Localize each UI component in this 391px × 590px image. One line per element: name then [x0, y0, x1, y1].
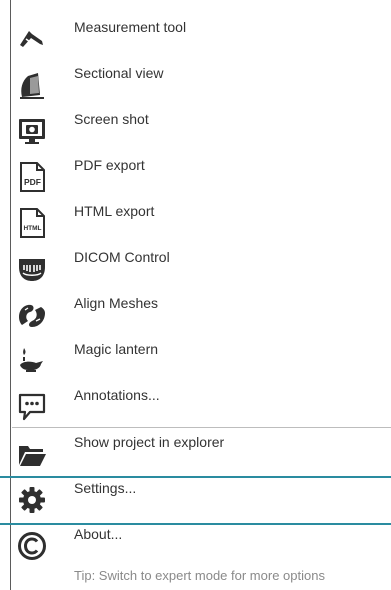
menu-item-html-export[interactable]: HTML HTML export [12, 197, 391, 243]
menu-item-pdf-export[interactable]: PDF PDF export [12, 151, 391, 197]
menu-item-label: About... [74, 526, 123, 542]
menu-left-border [10, 0, 11, 590]
gear-icon [16, 484, 48, 516]
screenshot-icon [16, 115, 48, 147]
menu-item-sectional-view[interactable]: Sectional view [12, 59, 391, 105]
menu-item-label: Sectional view [74, 65, 164, 81]
menu-item-label: Settings... [74, 480, 137, 496]
menu-item-label: Align Meshes [74, 295, 159, 311]
menu-item-magic-lantern[interactable]: Magic lantern [12, 335, 391, 381]
html-icon-text: HTML [23, 225, 41, 232]
dicom-icon [16, 253, 48, 285]
tip-text: Tip: Switch to expert mode for more opti… [74, 568, 325, 583]
menu-item-dicom-control[interactable]: DICOM Control [12, 243, 391, 289]
annotations-icon [16, 391, 48, 423]
html-icon: HTML [16, 207, 48, 239]
menu-item-show-project-in-explorer[interactable]: Show project in explorer [12, 428, 391, 474]
menu-item-screen-shot[interactable]: Screen shot [12, 105, 391, 151]
sectional-view-icon [16, 69, 48, 101]
copyright-icon [16, 530, 48, 562]
menu-item-label: Annotations... [74, 387, 160, 403]
measurement-icon [16, 23, 48, 55]
menu-item-measurement-tool[interactable]: Measurement tool [12, 13, 391, 59]
context-menu: Measurement tool Sectional view Screen s… [0, 0, 391, 590]
menu-item-label: HTML export [74, 203, 155, 219]
menu-item-label: Magic lantern [74, 341, 159, 357]
menu-item-label: Measurement tool [74, 19, 187, 35]
align-meshes-icon [16, 299, 48, 331]
menu-item-settings[interactable]: Settings... [12, 474, 391, 520]
folder-icon [16, 438, 48, 470]
menu-item-label: PDF export [74, 157, 145, 173]
menu-item-label: Screen shot [74, 111, 149, 127]
pdf-icon: PDF [16, 161, 48, 193]
menu-item-label: DICOM Control [74, 249, 170, 265]
menu-item-align-meshes[interactable]: Align Meshes [12, 289, 391, 335]
magic-lantern-icon [16, 345, 48, 377]
menu-item-label: Show project in explorer [74, 434, 225, 450]
menu-item-annotations[interactable]: Annotations... [12, 381, 391, 427]
menu-item-about[interactable]: About... [12, 520, 391, 566]
pdf-icon-text: PDF [24, 177, 41, 187]
